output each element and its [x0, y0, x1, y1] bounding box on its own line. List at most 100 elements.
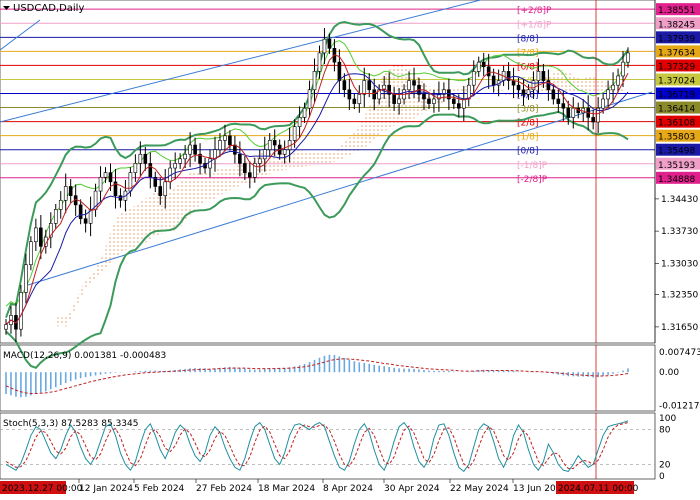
candle-body: [108, 172, 113, 183]
date-tick-label: 12 Jan 2024: [79, 484, 133, 494]
candle-body: [78, 204, 83, 219]
candle-body: [173, 163, 177, 169]
candle-body: [312, 71, 317, 91]
price-tag-value: 1.35498: [658, 147, 695, 157]
candle-body: [39, 227, 43, 247]
candle-body: [452, 98, 456, 104]
candle-body: [422, 94, 426, 100]
candle-body: [362, 80, 367, 95]
candle-body: [282, 149, 287, 155]
price-tick-label: 1.31650: [661, 323, 698, 333]
candle-body: [606, 89, 610, 100]
macd-tick-label: 0.00: [659, 368, 679, 378]
candle-body: [34, 227, 38, 243]
date-cursor-label: 2024.07.11 00:00: [558, 484, 639, 494]
candle-body: [476, 61, 481, 72]
candle-body: [616, 75, 620, 86]
candle-body: [536, 71, 541, 81]
candle-body: [272, 140, 277, 146]
price-tick-label: 1.34430: [661, 195, 698, 205]
macd-tick-label: -0.012179: [659, 401, 700, 411]
candle-body: [372, 89, 377, 100]
price-tag-value: 1.38245: [658, 20, 695, 30]
candle-body: [243, 163, 247, 173]
chart-title: USDCAD,Daily: [13, 3, 84, 14]
candle-body: [626, 52, 630, 63]
candle-body: [317, 52, 322, 72]
candle-body: [611, 84, 615, 91]
candle-body: [347, 89, 352, 100]
candle-body: [601, 98, 605, 109]
date-tick-label: 8 Apr 2024: [323, 484, 373, 494]
candle-body: [68, 186, 73, 196]
candle-body: [367, 80, 372, 91]
candle-body: [466, 84, 471, 100]
candle-body: [342, 80, 347, 91]
candle-body: [357, 94, 362, 104]
murrey-level-label: [0/8]: [517, 147, 539, 157]
candle-body: [491, 75, 496, 86]
murrey-level-label: [3/8]: [517, 105, 539, 115]
candle-body: [412, 80, 416, 86]
date-tick-label: 18 Mar 2024: [258, 484, 315, 494]
candle-body: [432, 98, 436, 104]
candle-body: [566, 107, 571, 118]
candle-body: [29, 241, 33, 266]
murrey-level-label: [8/8]: [517, 34, 539, 44]
candle-body: [183, 153, 187, 160]
price-tick-label: 1.33030: [661, 259, 698, 269]
candle-body: [526, 89, 531, 95]
price-tag-value: 1.36719: [658, 91, 695, 101]
date-tick-label: 5 Feb 2024: [134, 484, 185, 494]
candle-body: [223, 135, 227, 141]
candle-body: [516, 84, 521, 91]
candle-body: [297, 117, 302, 127]
candle-body: [58, 199, 63, 210]
candle-body: [556, 98, 561, 104]
candle-body: [427, 98, 431, 104]
murrey-level-label: [+2/8]P: [517, 6, 552, 16]
price-tag-value: 1.35803: [658, 133, 695, 143]
candle-body: [83, 218, 88, 224]
candle-body: [307, 89, 312, 109]
candle-body: [24, 264, 28, 293]
candle-body: [133, 163, 138, 173]
date-start-label: 2023.12.27 00:00: [2, 484, 83, 494]
candle-body: [53, 209, 58, 224]
date-tick-label: 13 Jun 20: [513, 484, 556, 494]
candle-body: [257, 158, 262, 164]
price-tick-label: 1.32350: [661, 291, 698, 301]
murrey-price-tags: 1.38551 1.38245 1.37939 1.37634 1.37329 1.370…: [656, 3, 700, 185]
candle-body: [352, 98, 357, 104]
price-tick-label: 1.33730: [661, 227, 698, 237]
usdcad-daily-chart: [+2/8]P[+1/8]P[8/8][7/8][6/8][5/8][4/8][…: [0, 0, 700, 494]
candle-body: [561, 103, 566, 109]
candle-body: [407, 80, 411, 91]
candle-body: [248, 172, 252, 178]
date-tick-label: 27 Feb 2024: [196, 484, 252, 494]
candle-body: [233, 144, 237, 155]
stoch-tick-label: 100: [659, 414, 676, 424]
candle-body: [486, 66, 491, 77]
candle-body: [447, 89, 451, 100]
stoch-tick-label: 0: [659, 472, 665, 482]
candle-body: [471, 71, 476, 86]
stoch-tick-label: 20: [659, 460, 671, 470]
candle-body: [218, 140, 222, 150]
candle-body: [392, 94, 396, 104]
candle-body: [571, 107, 576, 118]
candle-body: [188, 144, 192, 155]
candle-body: [163, 181, 168, 196]
candle-body: [397, 98, 401, 104]
candle-body: [138, 153, 143, 164]
murrey-level-label: [1/8]: [517, 133, 539, 143]
stoch-label: Stoch(5,3,3) 87.5283 85.3345: [3, 419, 138, 429]
candle-body: [322, 38, 327, 54]
murrey-level-label: [-1/8]P: [517, 161, 548, 171]
candle-body: [267, 140, 272, 150]
date-tick-label: 22 May 2024: [450, 484, 509, 494]
candle-body: [19, 292, 23, 330]
candle-body: [238, 153, 242, 164]
stoch-tick-label: 80: [659, 426, 671, 436]
candle-body: [337, 61, 342, 81]
